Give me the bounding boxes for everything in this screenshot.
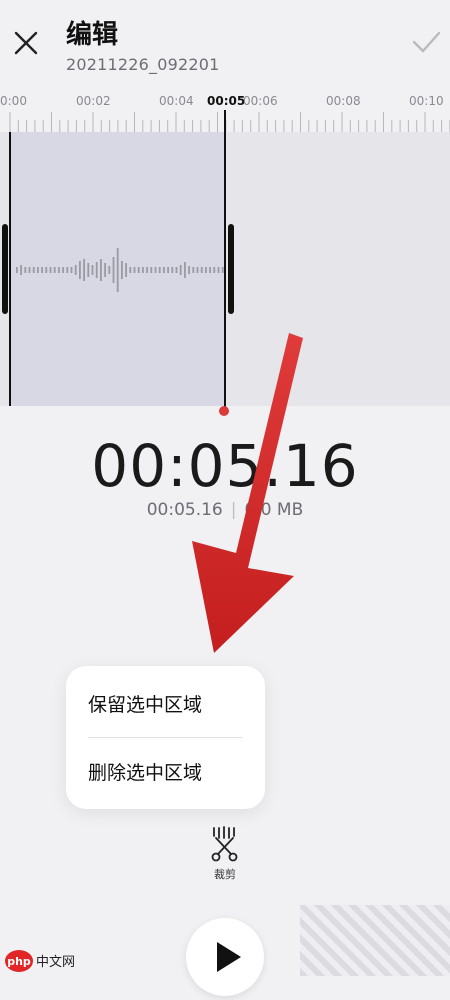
info-separator: |: [230, 500, 237, 520]
waveform: [16, 248, 224, 292]
waveform-bar: [28, 267, 31, 273]
waveform-bar: [129, 267, 132, 273]
waveform-bar: [188, 266, 190, 274]
waveform-bar: [37, 267, 39, 273]
waveform-bar: [209, 267, 211, 273]
waveform-bar: [163, 267, 165, 273]
waveform-bar: [200, 267, 203, 273]
scissors-icon: [211, 826, 238, 862]
waveform-bar: [150, 267, 153, 273]
waveform-bar: [116, 248, 119, 292]
waveform-bar: [91, 265, 94, 275]
selection-start-handle[interactable]: [2, 224, 8, 314]
waveform-bar: [79, 261, 81, 279]
waveform-bar: [133, 267, 136, 273]
blurred-watermark-area: [300, 905, 450, 976]
waveform-bar: [121, 261, 123, 279]
waveform-bar: [205, 267, 207, 273]
waveform-bar: [196, 267, 199, 273]
waveform-bar: [87, 263, 90, 277]
waveform-bar: [184, 262, 186, 278]
waveform-bar: [217, 267, 220, 273]
play-icon: [217, 942, 241, 972]
waveform-bar: [158, 267, 161, 273]
check-icon: [412, 31, 441, 53]
waveform-bar: [58, 267, 60, 273]
waveform-bar: [83, 259, 85, 281]
playhead-dot[interactable]: [219, 406, 229, 416]
watermark-logo: php 中文网: [4, 948, 100, 974]
waveform-bar: [53, 267, 56, 273]
waveform-bar: [171, 267, 174, 273]
trim-label: 裁剪: [214, 868, 236, 881]
waveform-bar: [74, 265, 77, 275]
delete-selection-option[interactable]: 删除选中区域: [88, 758, 202, 785]
waveform-bar: [175, 267, 178, 273]
page-title: 编辑: [66, 20, 119, 50]
waveform-bar: [100, 259, 102, 281]
waveform-bar: [179, 265, 182, 275]
waveform-bar: [66, 267, 69, 273]
waveform-bar: [154, 267, 157, 273]
php-logo-icon: php 中文网: [5, 950, 75, 972]
svg-text:中文网: 中文网: [36, 955, 75, 970]
waveform-bar: [45, 267, 48, 273]
waveform-bar: [70, 267, 73, 273]
file-size: 0.0 MB: [244, 500, 304, 520]
duration-size-info: 00:05.16 | 0.0 MB: [0, 500, 450, 520]
waveform-bar: [41, 267, 43, 273]
waveform-bar: [142, 267, 144, 273]
waveform-bar: [16, 267, 18, 273]
waveform-bar: [95, 262, 98, 278]
waveform-bar: [137, 267, 140, 273]
waveform-bar: [104, 263, 106, 277]
waveform-bar: [192, 267, 195, 273]
waveform-bar: [167, 267, 169, 273]
trim-options-menu: 保留选中区域 删除选中区域: [66, 666, 265, 809]
file-name: 20211226_092201: [66, 55, 220, 74]
waveform-bar: [112, 257, 115, 283]
waveform-bar: [146, 267, 148, 273]
waveform-bar: [20, 265, 22, 275]
selection-start-line: [9, 132, 11, 406]
playhead[interactable]: [224, 110, 226, 410]
close-icon: [14, 31, 38, 55]
duration: 00:05.16: [146, 500, 223, 520]
confirm-button[interactable]: [406, 24, 446, 60]
waveform-bar: [49, 267, 52, 273]
waveform-bar: [125, 263, 127, 277]
trim-button[interactable]: 裁剪: [200, 826, 250, 886]
selection-end-handle[interactable]: [228, 224, 234, 314]
waveform-bar: [32, 267, 35, 273]
svg-text:php: php: [7, 955, 31, 968]
waveform-bar: [108, 266, 111, 274]
waveform-bar: [213, 267, 216, 273]
keep-selection-option[interactable]: 保留选中区域: [88, 690, 202, 717]
play-button[interactable]: [186, 918, 264, 996]
current-time: 00:05.16: [91, 432, 359, 500]
menu-divider: [88, 737, 243, 738]
waveform-bar: [62, 267, 64, 273]
close-button[interactable]: [8, 24, 44, 60]
waveform-bar: [24, 267, 27, 273]
